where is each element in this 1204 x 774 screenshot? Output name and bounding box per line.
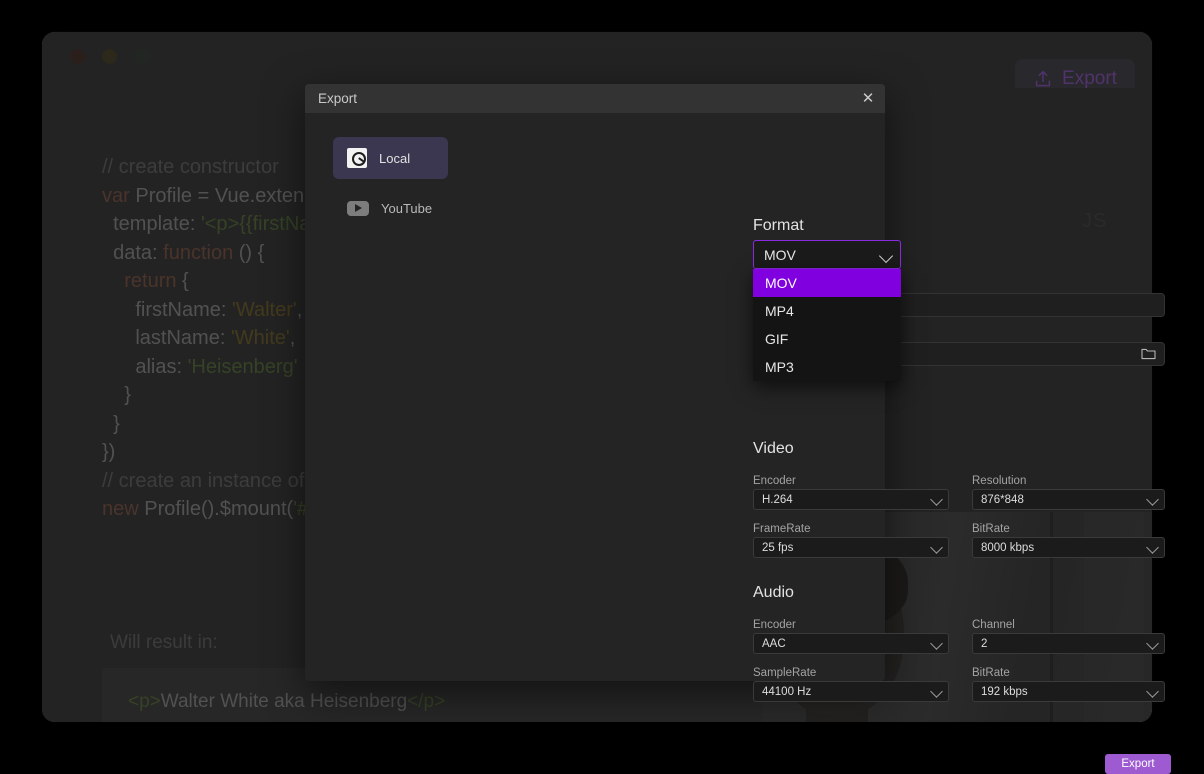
video-resolution-value: 876*848	[981, 493, 1024, 506]
audio-channel-value: 2	[981, 637, 988, 650]
youtube-icon	[347, 200, 369, 216]
dialog-titlebar: Export ✕	[305, 84, 885, 113]
format-select[interactable]: MOV	[753, 240, 901, 269]
dialog-export-button[interactable]: Export	[1105, 754, 1171, 774]
audio-encoder-value: AAC	[762, 637, 786, 650]
hard-drive-icon	[347, 148, 367, 168]
video-section-title: Video	[753, 440, 794, 457]
video-bitrate-select[interactable]: 8000 kbps	[972, 537, 1165, 558]
chevron-down-icon	[1146, 493, 1159, 506]
chevron-down-icon	[930, 637, 943, 650]
audio-bitrate-select[interactable]: 192 kbps	[972, 681, 1165, 702]
dialog-title: Export	[318, 91, 358, 106]
video-framerate-select[interactable]: 25 fps	[753, 537, 949, 558]
audio-section-title: Audio	[753, 584, 794, 601]
video-encoder-select[interactable]: H.264	[753, 489, 949, 510]
sidebar-item-local[interactable]: Local	[333, 137, 448, 179]
chevron-down-icon	[1146, 541, 1159, 554]
audio-channel-select[interactable]: 2	[972, 633, 1165, 654]
folder-icon[interactable]	[1141, 348, 1156, 360]
format-option-mp3[interactable]: MP3	[753, 353, 901, 381]
chevron-down-icon	[1146, 685, 1159, 698]
format-option-gif[interactable]: GIF	[753, 325, 901, 353]
audio-samplerate-select[interactable]: 44100 Hz	[753, 681, 949, 702]
dialog-body: Local YouTube Format Video Encoder H.264…	[305, 113, 1171, 774]
close-icon[interactable]: ✕	[857, 88, 879, 110]
dialog-sidebar: Local YouTube	[333, 137, 448, 237]
audio-bitrate-label: BitRate	[972, 667, 1010, 679]
chevron-down-icon	[1146, 637, 1159, 650]
video-framerate-value: 25 fps	[762, 541, 794, 554]
audio-samplerate-value: 44100 Hz	[762, 685, 812, 698]
sidebar-item-youtube-label: YouTube	[381, 200, 433, 216]
format-selected-value: MOV	[764, 246, 796, 263]
video-encoder-value: H.264	[762, 493, 793, 506]
format-dropdown-list: MOV MP4 GIF MP3	[753, 269, 901, 381]
export-dialog: Export ✕ Local YouTube Format Video Enco…	[305, 84, 1171, 774]
video-bitrate-value: 8000 kbps	[981, 541, 1035, 554]
video-resolution-select[interactable]: 876*848	[972, 489, 1165, 510]
video-resolution-label: Resolution	[972, 475, 1027, 487]
video-encoder-label: Encoder	[753, 475, 796, 487]
video-bitrate-label: BitRate	[972, 523, 1010, 535]
audio-encoder-select[interactable]: AAC	[753, 633, 949, 654]
video-framerate-label: FrameRate	[753, 523, 811, 535]
sidebar-item-local-label: Local	[379, 150, 411, 166]
chevron-down-icon	[930, 541, 943, 554]
audio-bitrate-value: 192 kbps	[981, 685, 1028, 698]
format-option-mp4[interactable]: MP4	[753, 297, 901, 325]
audio-samplerate-label: SampleRate	[753, 667, 817, 679]
chevron-down-icon	[930, 493, 943, 506]
desktop-background: Export JS // create constructor var Prof…	[0, 0, 1204, 774]
chevron-down-icon	[930, 685, 943, 698]
audio-encoder-label: Encoder	[753, 619, 796, 631]
audio-channel-label: Channel	[972, 619, 1015, 631]
sidebar-item-youtube[interactable]: YouTube	[333, 187, 448, 229]
format-option-mov[interactable]: MOV	[753, 269, 901, 297]
format-section-title: Format	[753, 217, 804, 234]
chevron-down-icon	[878, 248, 894, 264]
